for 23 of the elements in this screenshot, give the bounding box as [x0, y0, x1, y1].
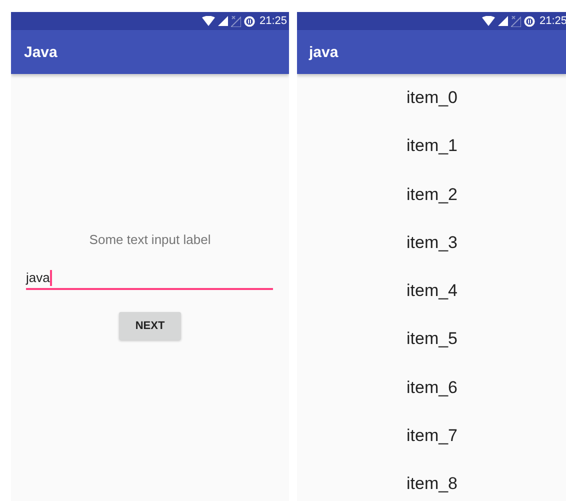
wifi-icon — [482, 16, 496, 26]
list-item[interactable]: item_3 — [297, 218, 566, 268]
status-time: 21:25 — [259, 15, 287, 27]
list-item[interactable]: item_7 — [297, 412, 566, 460]
text-input-field[interactable]: java — [26, 269, 273, 290]
wifi-icon — [202, 16, 216, 26]
list-item[interactable]: item_0 — [297, 74, 566, 122]
app-title: java — [309, 44, 338, 60]
data-saver-icon — [244, 16, 256, 26]
input-label: Some text input label — [89, 232, 211, 247]
list-item[interactable]: item_1 — [297, 122, 566, 171]
app-title: Java — [24, 44, 58, 60]
list-item[interactable]: item_6 — [297, 364, 566, 412]
data-saver-icon — [524, 16, 536, 26]
next-button[interactable]: NEXT — [119, 312, 181, 340]
list-item[interactable]: item_8 — [297, 460, 566, 501]
signal-icon — [218, 16, 228, 26]
no-sim-signal-icon — [231, 16, 242, 26]
list-item[interactable]: item_2 — [297, 170, 566, 219]
list-item[interactable]: item_4 — [297, 267, 566, 316]
list-item[interactable]: item_5 — [297, 315, 566, 364]
signal-icon — [498, 16, 508, 26]
no-sim-signal-icon — [511, 16, 522, 26]
